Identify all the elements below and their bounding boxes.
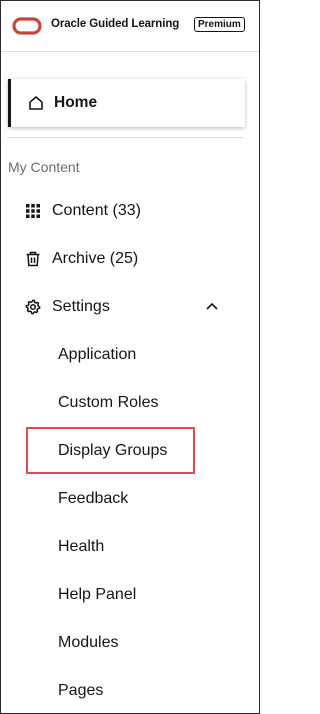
oracle-logo-icon <box>12 17 42 35</box>
gear-icon <box>25 299 41 315</box>
chevron-up-icon[interactable] <box>205 301 219 311</box>
settings-item-label: Feedback <box>58 490 129 507</box>
nav-settings[interactable]: Settings <box>1 292 259 322</box>
divider <box>7 137 243 138</box>
section-my-content: My Content <box>8 159 80 175</box>
nav-home[interactable]: Home <box>8 79 245 127</box>
home-label: Home <box>54 94 98 111</box>
settings-item-label: Application <box>58 346 137 363</box>
header: Oracle Guided Learning Premium <box>1 1 259 52</box>
settings-item-custom-roles[interactable]: Custom Roles <box>1 388 259 418</box>
app-panel: Oracle Guided Learning Premium Home My C… <box>0 0 260 714</box>
nav-settings-label: Settings <box>52 298 110 315</box>
brand-name: Oracle Guided Learning <box>51 18 180 30</box>
nav-content-label: Content (33) <box>52 202 141 219</box>
settings-item-feedback[interactable]: Feedback <box>1 484 259 514</box>
trash-icon <box>26 251 40 267</box>
settings-item-health[interactable]: Health <box>1 532 259 562</box>
settings-item-label: Modules <box>58 634 119 651</box>
nav-archive-label: Archive (25) <box>52 250 139 267</box>
highlight-box <box>26 427 195 474</box>
nav-archive[interactable]: Archive (25) <box>1 244 259 274</box>
nav-content[interactable]: Content (33) <box>1 196 259 226</box>
settings-item-label: Health <box>58 538 105 555</box>
premium-badge: Premium <box>194 17 245 32</box>
settings-item-modules[interactable]: Modules <box>1 628 259 658</box>
grid-icon <box>26 204 40 218</box>
settings-item-help-panel[interactable]: Help Panel <box>1 580 259 610</box>
settings-item-label: Help Panel <box>58 586 137 603</box>
settings-item-label: Pages <box>58 682 104 699</box>
home-icon <box>29 96 43 110</box>
settings-item-application[interactable]: Application <box>1 340 259 370</box>
settings-item-pages[interactable]: Pages <box>1 676 259 706</box>
settings-item-label: Custom Roles <box>58 394 159 411</box>
